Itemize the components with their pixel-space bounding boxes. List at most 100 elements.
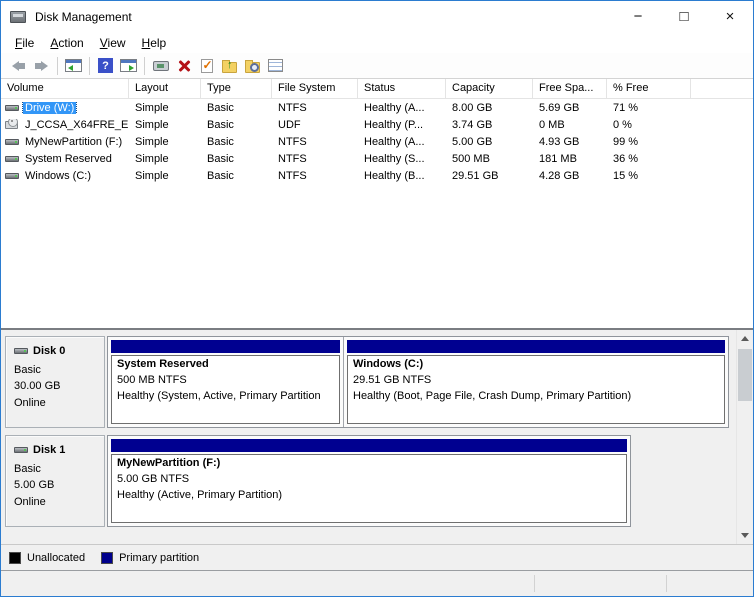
- maximize-button[interactable]: □: [661, 1, 707, 32]
- cell-capacity: 500 MB: [446, 153, 533, 165]
- column-header-type[interactable]: Type: [201, 79, 272, 98]
- volume-row-drive-w[interactable]: Drive (W:) Simple Basic NTFS Healthy (A.…: [1, 99, 753, 116]
- back-icon: [12, 61, 25, 71]
- minimize-button[interactable]: −: [615, 1, 661, 32]
- status-bar-separator: [534, 575, 535, 592]
- toolbar-explore-button[interactable]: [241, 55, 264, 77]
- column-header-capacity[interactable]: Capacity: [446, 79, 533, 98]
- volume-name: J_CCSA_X64FRE_E...: [23, 119, 129, 131]
- partition-mynewpartition[interactable]: MyNewPartition (F:) 5.00 GB NTFS Healthy…: [108, 436, 630, 526]
- help-icon: ?: [98, 58, 113, 73]
- disk-0-header[interactable]: Disk 0 Basic 30.00 GB Online: [5, 336, 105, 428]
- cell-file-system: UDF: [272, 119, 358, 131]
- column-header-status[interactable]: Status: [358, 79, 446, 98]
- column-header-layout[interactable]: Layout: [129, 79, 201, 98]
- drive-volume-icon: [5, 173, 19, 179]
- disk-0-partition-strip: System Reserved 500 MB NTFS Healthy (Sys…: [107, 336, 729, 428]
- menu-item-action[interactable]: Action: [42, 34, 91, 52]
- cell-status: Healthy (P...: [358, 119, 446, 131]
- menu-item-help[interactable]: Help: [134, 34, 175, 52]
- toolbar-mark-active-button[interactable]: [195, 55, 218, 77]
- partition-name: System Reserved: [117, 357, 334, 373]
- toolbar-separator: [89, 57, 90, 75]
- partition-details: System Reserved 500 MB NTFS Healthy (Sys…: [111, 355, 340, 424]
- disk-1-partition-strip: MyNewPartition (F:) 5.00 GB NTFS Healthy…: [107, 435, 631, 527]
- cell-free-space: 0 MB: [533, 119, 607, 131]
- menu-bar: File Action View Help: [1, 32, 753, 53]
- partition-system-reserved[interactable]: System Reserved 500 MB NTFS Healthy (Sys…: [108, 337, 344, 427]
- vertical-scrollbar[interactable]: [736, 330, 753, 544]
- chevron-down-icon: [741, 533, 749, 538]
- cell-layout: Simple: [129, 102, 201, 114]
- disk-icon: [14, 348, 28, 354]
- cell-status: Healthy (B...: [358, 170, 446, 182]
- cell-free-space: 5.69 GB: [533, 102, 607, 114]
- column-header-file-system[interactable]: File System: [272, 79, 358, 98]
- cell-type: Basic: [201, 102, 272, 114]
- partition-size: 500 MB NTFS: [117, 373, 334, 389]
- title-bar: Disk Management − □ ×: [1, 1, 753, 32]
- column-header-free-space[interactable]: Free Spa...: [533, 79, 607, 98]
- cell-volume: Drive (W:): [1, 102, 129, 114]
- cell-percent-free: 99 %: [607, 136, 691, 148]
- menu-item-file[interactable]: File: [7, 34, 42, 52]
- close-icon: ×: [726, 9, 735, 24]
- partition-size: 5.00 GB NTFS: [117, 472, 621, 488]
- volume-row-windows-c[interactable]: Windows (C:) Simple Basic NTFS Healthy (…: [1, 167, 753, 184]
- disk-size: 5.00 GB: [14, 477, 104, 494]
- close-button[interactable]: ×: [707, 1, 753, 32]
- toolbar-show-action-pane-button[interactable]: [117, 55, 140, 77]
- cell-capacity: 29.51 GB: [446, 170, 533, 182]
- column-header-percent-free[interactable]: % Free: [607, 79, 691, 98]
- scroll-up-button[interactable]: [737, 330, 753, 347]
- scroll-down-button[interactable]: [737, 527, 753, 544]
- toolbar-back-button[interactable]: [7, 55, 30, 77]
- partition-health: Healthy (Boot, Page File, Crash Dump, Pr…: [353, 389, 719, 405]
- menu-item-view[interactable]: View: [92, 34, 134, 52]
- volume-list-pane: Volume Layout Type File System Status Ca…: [1, 79, 753, 330]
- legend-bar: Unallocated Primary partition: [1, 544, 753, 570]
- folder-search-icon: [245, 62, 260, 73]
- drive-volume-icon: [5, 156, 19, 162]
- disk-1-header[interactable]: Disk 1 Basic 5.00 GB Online: [5, 435, 105, 527]
- toolbar-properties-button[interactable]: [264, 55, 287, 77]
- cell-percent-free: 0 %: [607, 119, 691, 131]
- toolbar-show-console-tree-button[interactable]: [62, 55, 85, 77]
- partition-details: Windows (C:) 29.51 GB NTFS Healthy (Boot…: [347, 355, 725, 424]
- show-action-pane-icon: [120, 59, 137, 72]
- cell-layout: Simple: [129, 119, 201, 131]
- partition-details: MyNewPartition (F:) 5.00 GB NTFS Healthy…: [111, 454, 627, 523]
- legend-label: Primary partition: [119, 552, 199, 564]
- cell-free-space: 4.93 GB: [533, 136, 607, 148]
- volume-row-system-reserved[interactable]: System Reserved Simple Basic NTFS Health…: [1, 150, 753, 167]
- maximize-icon: □: [679, 9, 688, 24]
- cell-status: Healthy (A...: [358, 102, 446, 114]
- disk-type: Basic: [14, 362, 104, 379]
- window-title: Disk Management: [35, 10, 132, 24]
- partition-windows-c[interactable]: Windows (C:) 29.51 GB NTFS Healthy (Boot…: [344, 337, 728, 427]
- partition-size: 29.51 GB NTFS: [353, 373, 719, 389]
- disk-status: Online: [14, 395, 104, 412]
- drive-volume-icon: [5, 139, 19, 145]
- volume-row-mynewpartition[interactable]: MyNewPartition (F:) Simple Basic NTFS He…: [1, 133, 753, 150]
- cell-volume: MyNewPartition (F:): [1, 136, 129, 148]
- toolbar-help-button[interactable]: ?: [94, 55, 117, 77]
- volume-row-jccsa[interactable]: J_CCSA_X64FRE_E... Simple Basic UDF Heal…: [1, 116, 753, 133]
- toolbar-open-button[interactable]: [218, 55, 241, 77]
- disk-type: Basic: [14, 461, 104, 478]
- disk-size: 30.00 GB: [14, 378, 104, 395]
- toolbar-forward-button[interactable]: [30, 55, 53, 77]
- toolbar-delete-volume-button[interactable]: [172, 55, 195, 77]
- forward-icon: [35, 61, 48, 71]
- disk-status: Online: [14, 494, 104, 511]
- cell-status: Healthy (S...: [358, 153, 446, 165]
- scrollbar-thumb[interactable]: [738, 349, 752, 401]
- cell-capacity: 3.74 GB: [446, 119, 533, 131]
- toolbar-separator: [144, 57, 145, 75]
- disk-graphical-content: Disk 0 Basic 30.00 GB Online System Rese…: [5, 336, 729, 544]
- toolbar-computer-button[interactable]: [149, 55, 172, 77]
- column-header-volume[interactable]: Volume: [1, 79, 129, 98]
- partition-name: Windows (C:): [353, 357, 719, 373]
- disk-1-row: Disk 1 Basic 5.00 GB Online MyNewPartiti…: [5, 435, 729, 527]
- cell-file-system: NTFS: [272, 153, 358, 165]
